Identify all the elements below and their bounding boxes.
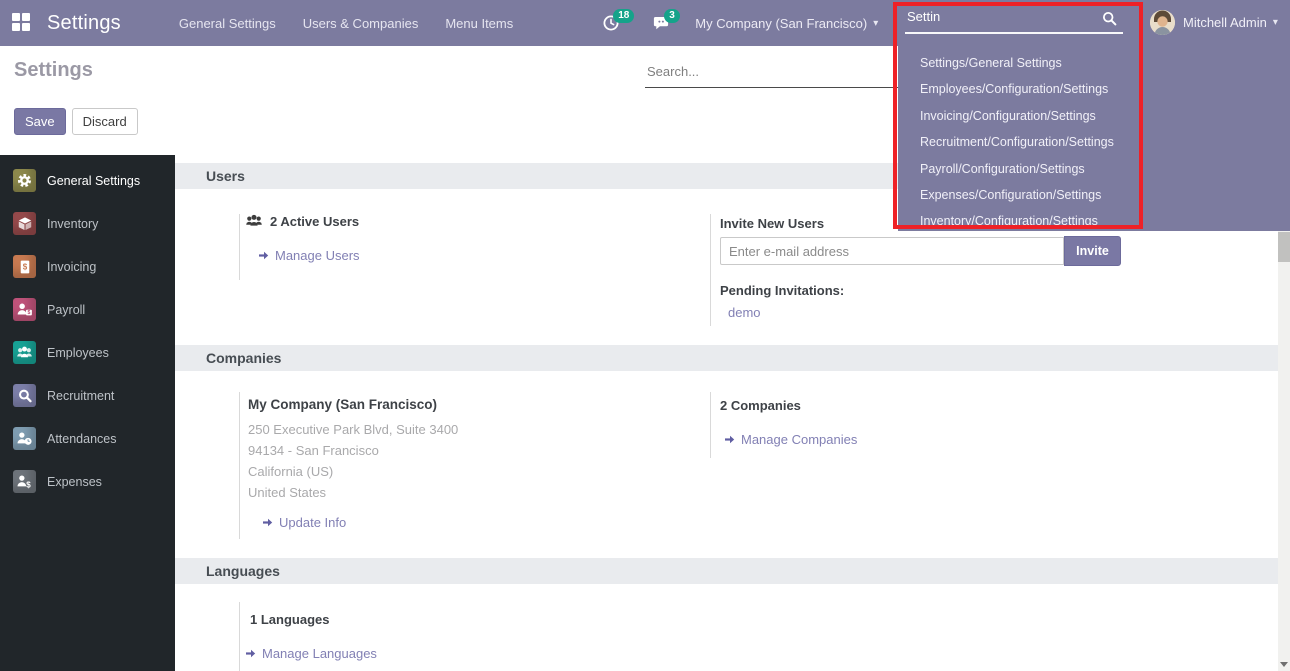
manage-languages-link[interactable]: Manage Languages xyxy=(245,646,377,661)
address-line: California (US) xyxy=(248,461,458,482)
navbar-menu: General Settings Users & Companies Menu It… xyxy=(179,16,540,31)
expenses-icon: $ xyxy=(13,470,36,493)
update-info-link[interactable]: Update Info xyxy=(262,515,346,530)
invite-new-users-label: Invite New Users xyxy=(720,216,824,231)
recruitment-search-icon xyxy=(13,384,36,407)
pending-invitations-label: Pending Invitations: xyxy=(720,283,844,298)
sidebar-item-label: Recruitment xyxy=(47,389,114,403)
address-line: 94134 - San Francisco xyxy=(248,440,458,461)
record-search xyxy=(645,60,898,88)
sidebar-item-attendances[interactable]: Attendances xyxy=(0,417,175,460)
scrollbar-thumb[interactable] xyxy=(1278,232,1290,262)
manage-users-link[interactable]: Manage Users xyxy=(258,248,360,263)
navbar-menu-item[interactable]: Menu Items xyxy=(445,16,513,31)
record-search-input[interactable] xyxy=(645,60,898,88)
company-address: 250 Executive Park Blvd, Suite 340094134… xyxy=(248,419,458,503)
chevron-down-icon: ▾ xyxy=(873,18,878,29)
search-result-item[interactable]: Settings/General Settings xyxy=(898,50,1290,76)
company-name: My Company (San Francisco) xyxy=(248,397,437,412)
settings-sidebar: General Settings Inventory $ Invoicing $ Payr… xyxy=(0,155,175,671)
sidebar-item-employees[interactable]: Employees xyxy=(0,331,175,374)
arrow-right-icon xyxy=(245,648,257,659)
address-line: 250 Executive Park Blvd, Suite 3400 xyxy=(248,419,458,440)
search-result-item[interactable]: Invoicing/Configuration/Settings xyxy=(898,103,1290,129)
active-users-row: 2 Active Users xyxy=(245,213,359,229)
address-line: United States xyxy=(248,482,458,503)
employees-icon xyxy=(13,341,36,364)
save-button[interactable]: Save xyxy=(14,108,66,135)
section-header-companies: Companies xyxy=(175,345,1278,371)
odoo-settings-screen: Users 2 Active Users Manage Users Invite… xyxy=(0,0,1290,671)
arrow-right-icon xyxy=(258,250,270,261)
navbar-menu-item[interactable]: General Settings xyxy=(179,16,276,31)
arrow-right-icon xyxy=(724,434,736,445)
discard-button[interactable]: Discard xyxy=(72,108,138,135)
messages-bubble-icon[interactable]: 3 xyxy=(653,14,671,32)
sidebar-item-expenses[interactable]: $ Expenses xyxy=(0,460,175,503)
menu-search xyxy=(905,7,1133,34)
sidebar-item-inventory[interactable]: Inventory xyxy=(0,202,175,245)
menu-search-dropdown: Settings/General SettingsEmployees/Confi… xyxy=(898,46,1290,231)
chevron-down-icon: ▾ xyxy=(1273,17,1278,28)
divider xyxy=(710,214,711,326)
search-result-item[interactable]: Recruitment/Configuration/Settings xyxy=(898,129,1290,155)
invite-email-input[interactable] xyxy=(720,237,1064,265)
activity-badge: 18 xyxy=(613,9,634,23)
pending-user-link[interactable]: demo xyxy=(728,305,761,320)
scrollbar-down-arrow-icon[interactable] xyxy=(1280,662,1288,667)
divider xyxy=(239,392,240,539)
svg-text:$: $ xyxy=(27,310,30,316)
search-result-item[interactable]: Payroll/Configuration/Settings xyxy=(898,156,1290,182)
invoice-icon: $ xyxy=(13,255,36,278)
divider xyxy=(710,392,711,458)
navbar-menu-item[interactable]: Users & Companies xyxy=(303,16,419,31)
sidebar-item-label: Invoicing xyxy=(47,260,96,274)
invite-row: Invite xyxy=(720,236,1121,266)
sidebar-item-label: Expenses xyxy=(47,475,102,489)
sidebar-item-label: General Settings xyxy=(47,174,140,188)
search-result-item[interactable]: Expenses/Configuration/Settings xyxy=(898,182,1290,208)
apps-grid-icon[interactable] xyxy=(12,13,32,33)
sidebar-item-label: Payroll xyxy=(47,303,85,317)
sidebar-item-invoicing[interactable]: $ Invoicing xyxy=(0,245,175,288)
avatar xyxy=(1150,10,1175,35)
activity-clock-icon[interactable]: 18 xyxy=(602,14,620,32)
user-menu[interactable]: Mitchell Admin ▾ xyxy=(1150,10,1278,35)
button-row: Save Discard xyxy=(14,108,138,135)
divider xyxy=(239,214,240,280)
sidebar-item-payroll[interactable]: $ Payroll xyxy=(0,288,175,331)
sidebar-item-label: Inventory xyxy=(47,217,98,231)
sidebar-item-label: Attendances xyxy=(47,432,117,446)
payroll-icon: $ xyxy=(13,298,36,321)
invite-button[interactable]: Invite xyxy=(1064,236,1121,266)
svg-text:$: $ xyxy=(26,480,31,489)
messages-badge: 3 xyxy=(664,9,680,23)
companies-count: 2 Companies xyxy=(720,398,801,413)
sidebar-item-label: Employees xyxy=(47,346,109,360)
attendance-icon xyxy=(13,427,36,450)
manage-companies-link[interactable]: Manage Companies xyxy=(724,432,857,447)
company-switcher[interactable]: My Company (San Francisco) ▾ xyxy=(695,16,878,31)
systray: 18 3 xyxy=(602,14,671,32)
svg-text:$: $ xyxy=(22,262,27,271)
divider xyxy=(239,602,240,671)
search-icon xyxy=(1102,11,1117,31)
languages-count: 1 Languages xyxy=(250,612,329,627)
users-group-icon xyxy=(245,213,263,229)
user-name: Mitchell Admin xyxy=(1183,15,1267,30)
company-switcher-label: My Company (San Francisco) xyxy=(695,16,867,31)
menu-search-input[interactable] xyxy=(905,7,1123,34)
inventory-box-icon xyxy=(13,212,36,235)
active-users-count: 2 Active Users xyxy=(270,214,359,229)
section-header-languages: Languages xyxy=(175,558,1278,584)
arrow-right-icon xyxy=(262,517,274,528)
app-title: Settings xyxy=(47,12,121,35)
search-result-item[interactable]: Inventory/Configuration/Settings xyxy=(898,208,1290,234)
sidebar-item-recruitment[interactable]: Recruitment xyxy=(0,374,175,417)
page-title: Settings xyxy=(14,59,93,82)
search-result-item[interactable]: Employees/Configuration/Settings xyxy=(898,76,1290,102)
sidebar-item-general-settings[interactable]: General Settings xyxy=(0,159,175,202)
gear-icon xyxy=(13,169,36,192)
